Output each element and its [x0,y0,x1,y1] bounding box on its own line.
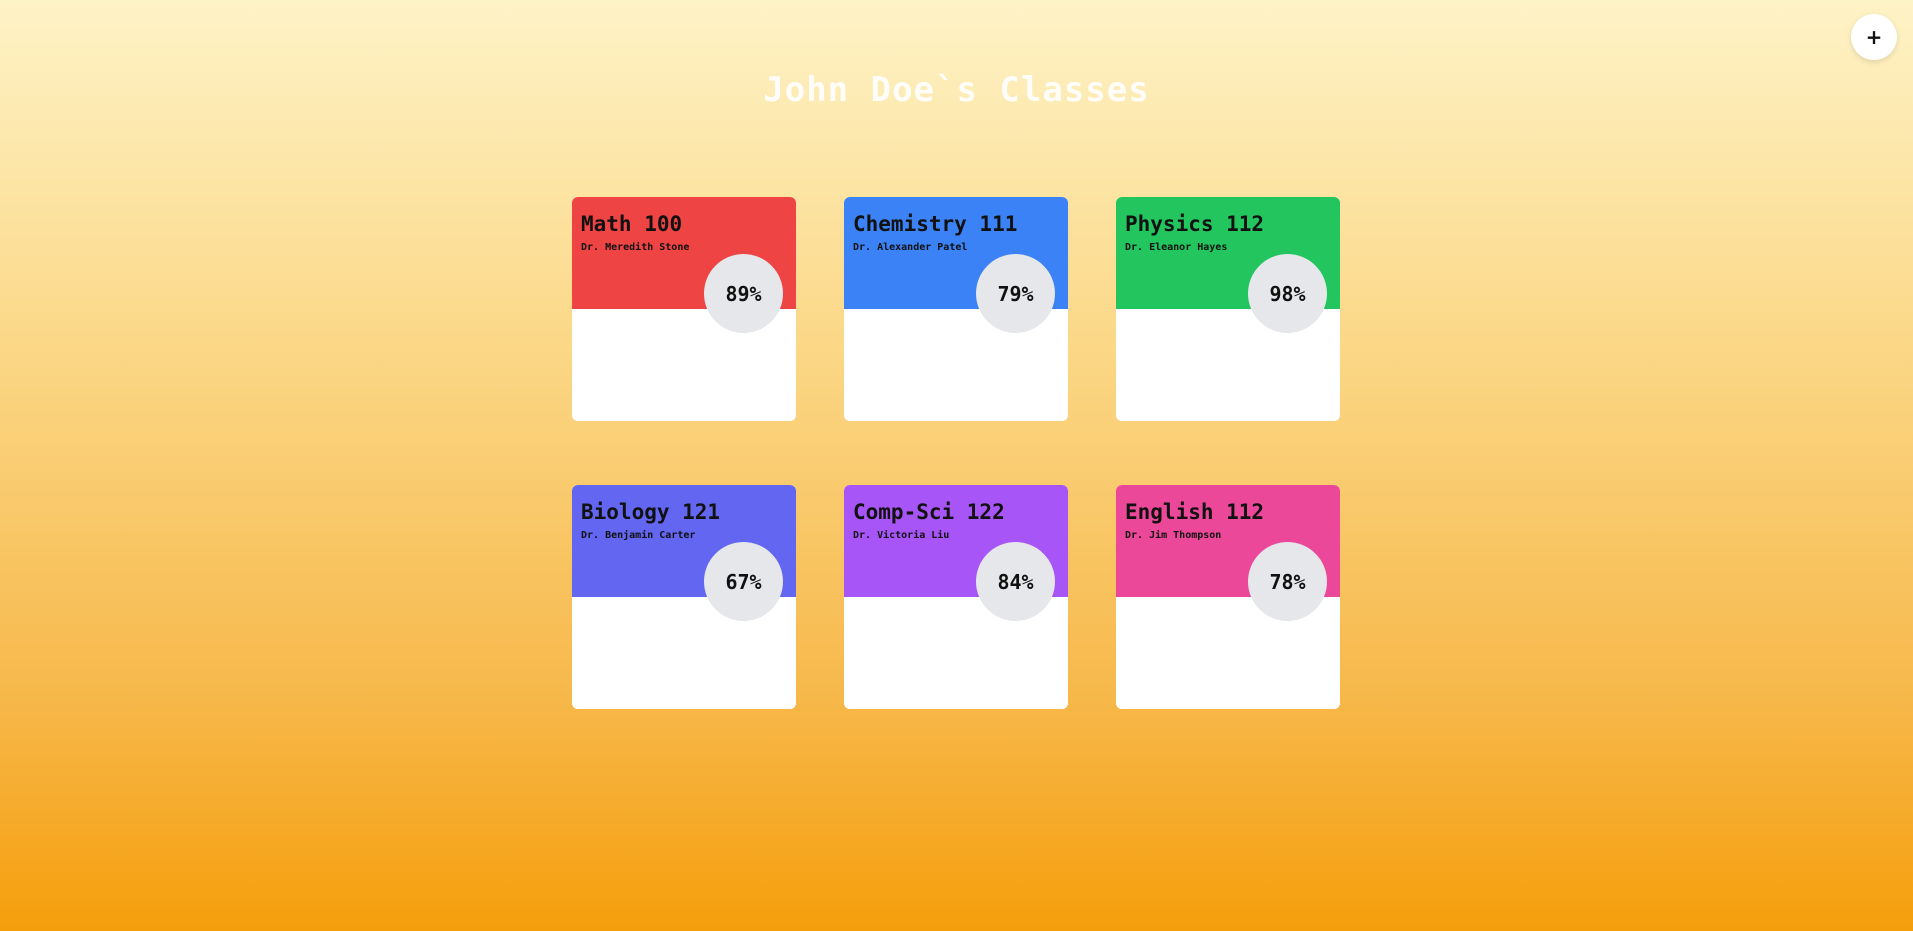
class-name: English 112 [1125,500,1265,524]
class-name: Chemistry 111 [853,212,1018,236]
teacher-name: Dr. Meredith Stone [581,242,690,254]
teacher-name: Dr. Benjamin Carter [581,530,696,542]
grade-badge: 89% [704,254,783,333]
class-card-biology[interactable]: Biology 121 Dr. Benjamin Carter 67% [572,485,796,709]
class-name: Comp-Sci 122 [853,500,1005,524]
grade-badge: 79% [976,254,1055,333]
add-class-button[interactable]: + [1851,14,1897,60]
class-grid: Math 100 Dr. Meredith Stone 89% Chemistr… [572,197,1340,709]
teacher-name: Dr. Jim Thompson [1125,530,1222,542]
class-name: Physics 112 [1125,212,1265,236]
grade-badge: 98% [1248,254,1327,333]
class-card-physics[interactable]: Physics 112 Dr. Eleanor Hayes 98% [1116,197,1340,421]
grade-badge: 84% [976,542,1055,621]
class-name: Biology 121 [581,500,721,524]
teacher-name: Dr. Eleanor Hayes [1125,242,1228,254]
grade-badge: 67% [704,542,783,621]
teacher-name: Dr. Alexander Patel [853,242,968,254]
class-card-comp-sci[interactable]: Comp-Sci 122 Dr. Victoria Liu 84% [844,485,1068,709]
class-name: Math 100 [581,212,683,236]
teacher-name: Dr. Victoria Liu [853,530,950,542]
class-card-english[interactable]: English 112 Dr. Jim Thompson 78% [1116,485,1340,709]
page-title: John Doe`s Classes [763,70,1150,110]
class-card-math[interactable]: Math 100 Dr. Meredith Stone 89% [572,197,796,421]
grade-badge: 78% [1248,542,1327,621]
plus-icon: + [1865,25,1883,49]
class-card-chemistry[interactable]: Chemistry 111 Dr. Alexander Patel 79% [844,197,1068,421]
